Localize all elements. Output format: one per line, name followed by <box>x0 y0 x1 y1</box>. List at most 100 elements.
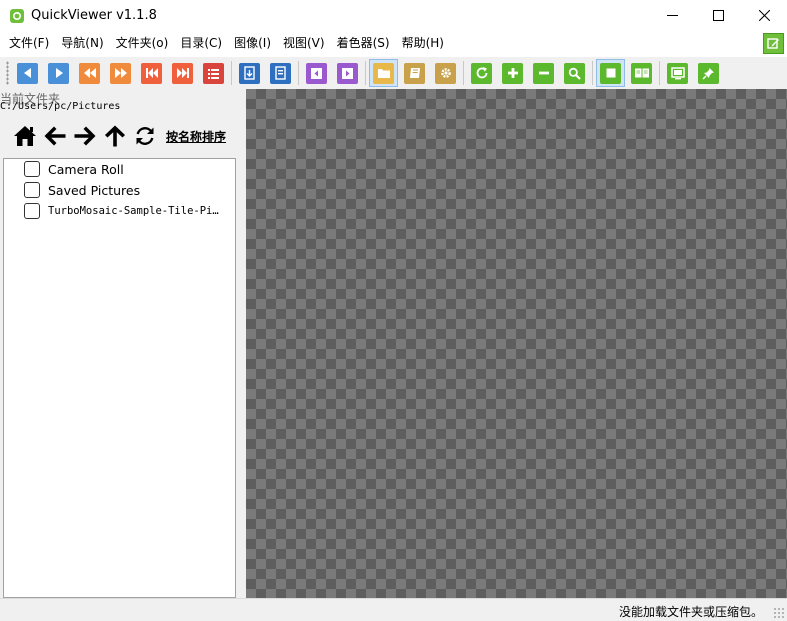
settings-button[interactable] <box>431 59 460 87</box>
prev-folder-icon <box>306 62 327 84</box>
back-button[interactable] <box>40 122 70 150</box>
menu-bar: 文件(F) 导航(N) 文件夹(o) 目录(C) 图像(I) 视图(V) 着色器… <box>0 31 787 55</box>
menu-file[interactable]: 文件(F) <box>3 31 55 55</box>
status-message: 没能加载文件夹或压缩包。 <box>618 605 763 619</box>
fast-rewind-button[interactable] <box>75 59 104 87</box>
folder-checkbox[interactable] <box>24 161 40 177</box>
move-file-icon <box>270 62 291 84</box>
toolbar-separator <box>463 61 464 85</box>
next-page-button[interactable] <box>44 59 73 87</box>
minimize-button[interactable] <box>649 0 695 31</box>
menu-catalog[interactable]: 目录(C) <box>174 31 228 55</box>
arrow-right-icon <box>74 126 96 146</box>
home-button[interactable] <box>10 122 40 150</box>
bookmark-button[interactable] <box>400 59 429 87</box>
home-icon <box>14 126 36 146</box>
slideshow-icon <box>667 62 688 84</box>
folder-panel-button[interactable] <box>369 59 398 87</box>
menu-view[interactable]: 视图(V) <box>277 31 331 55</box>
skip-last-icon <box>172 62 193 84</box>
double-left-icon <box>79 62 100 84</box>
folder-name: TurboMosaic-Sample-Tile-Pictures <box>48 205 224 217</box>
fast-forward-button[interactable] <box>106 59 135 87</box>
folder-icon <box>373 62 394 84</box>
close-icon <box>758 10 770 21</box>
list-item[interactable]: Saved Pictures <box>24 180 140 200</box>
minus-icon <box>533 62 554 84</box>
next-folder-button[interactable] <box>333 59 362 87</box>
double-right-icon <box>110 62 131 84</box>
maximize-icon <box>712 10 724 21</box>
list-icon <box>203 62 224 84</box>
next-folder-icon <box>337 62 358 84</box>
prev-folder-button[interactable] <box>302 59 331 87</box>
skip-first-icon <box>141 62 162 84</box>
current-folder-path: C:/Users/pc/Pictures <box>0 101 121 112</box>
first-page-button[interactable] <box>137 59 166 87</box>
toolbar-separator <box>231 61 232 85</box>
folder-checkbox[interactable] <box>24 182 40 198</box>
move-file-button[interactable] <box>266 59 295 87</box>
maximize-button[interactable] <box>695 0 741 31</box>
folder-name: Camera Roll <box>48 161 124 177</box>
minimize-icon <box>666 15 678 16</box>
folder-name: Saved Pictures <box>48 182 141 198</box>
book-icon <box>404 62 425 84</box>
fit-window-button[interactable] <box>560 59 589 87</box>
toolbar-separator <box>659 61 660 85</box>
magnifier-icon <box>564 62 585 84</box>
toolbar-separator <box>592 61 593 85</box>
toolbar-separator <box>365 61 366 85</box>
folder-panel: 当前文件夹 C:/Users/pc/Pictures 按名称排序 Camera … <box>0 89 246 598</box>
zoom-in-button[interactable] <box>498 59 527 87</box>
menu-folder[interactable]: 文件夹(o) <box>110 31 175 55</box>
edit-icon <box>767 38 779 49</box>
rotate-button[interactable] <box>467 59 496 87</box>
menu-shader[interactable]: 着色器(S) <box>331 31 396 55</box>
dual-page-button[interactable] <box>627 59 656 87</box>
image-viewer-canvas[interactable] <box>246 89 787 598</box>
toolbar-separator <box>298 61 299 85</box>
menu-navigate[interactable]: 导航(N) <box>55 31 109 55</box>
folder-tree[interactable]: Camera Roll Saved Pictures TurboMosaic-S… <box>3 158 236 598</box>
arrow-up-icon <box>105 125 125 147</box>
sort-by-name-link[interactable]: 按名称排序 <box>166 128 226 145</box>
triangle-right-icon <box>48 62 69 84</box>
copy-file-icon <box>239 62 260 84</box>
folder-checkbox[interactable] <box>24 203 40 219</box>
pin-icon <box>698 62 719 84</box>
plus-icon <box>502 62 523 84</box>
title-bar[interactable]: QuickViewer v1.1.8 <box>0 0 787 31</box>
prev-page-button[interactable] <box>13 59 42 87</box>
zoom-out-button[interactable] <box>529 59 558 87</box>
gear-icon <box>435 62 456 84</box>
resize-grip[interactable] <box>773 607 785 619</box>
forward-button[interactable] <box>70 122 100 150</box>
refresh-icon <box>136 127 154 145</box>
stay-on-top-button[interactable] <box>694 59 723 87</box>
single-page-button[interactable] <box>596 59 625 87</box>
triangle-left-icon <box>17 62 38 84</box>
copy-file-button[interactable] <box>235 59 264 87</box>
window-title: QuickViewer v1.1.8 <box>31 8 157 23</box>
refresh-button[interactable] <box>130 122 160 150</box>
last-page-button[interactable] <box>168 59 197 87</box>
menu-help[interactable]: 帮助(H) <box>396 31 450 55</box>
folder-nav-row: 按名称排序 <box>10 122 226 150</box>
menu-image[interactable]: 图像(I) <box>228 31 277 55</box>
list-item[interactable]: TurboMosaic-Sample-Tile-Pictures <box>24 201 224 221</box>
status-bar: 没能加载文件夹或压缩包。 <box>0 598 787 621</box>
dual-page-icon <box>631 62 652 84</box>
edit-external-button[interactable] <box>763 33 784 54</box>
rotate-icon <box>471 62 492 84</box>
up-button[interactable] <box>100 122 130 150</box>
slideshow-button[interactable] <box>663 59 692 87</box>
list-item[interactable]: Camera Roll <box>24 159 124 179</box>
catalog-button[interactable] <box>199 59 228 87</box>
single-page-icon <box>600 62 621 84</box>
close-button[interactable] <box>741 0 787 31</box>
app-logo-icon <box>10 8 24 23</box>
toolbar-grip[interactable] <box>6 61 9 85</box>
arrow-left-icon <box>44 126 66 146</box>
toolbar <box>0 57 787 89</box>
